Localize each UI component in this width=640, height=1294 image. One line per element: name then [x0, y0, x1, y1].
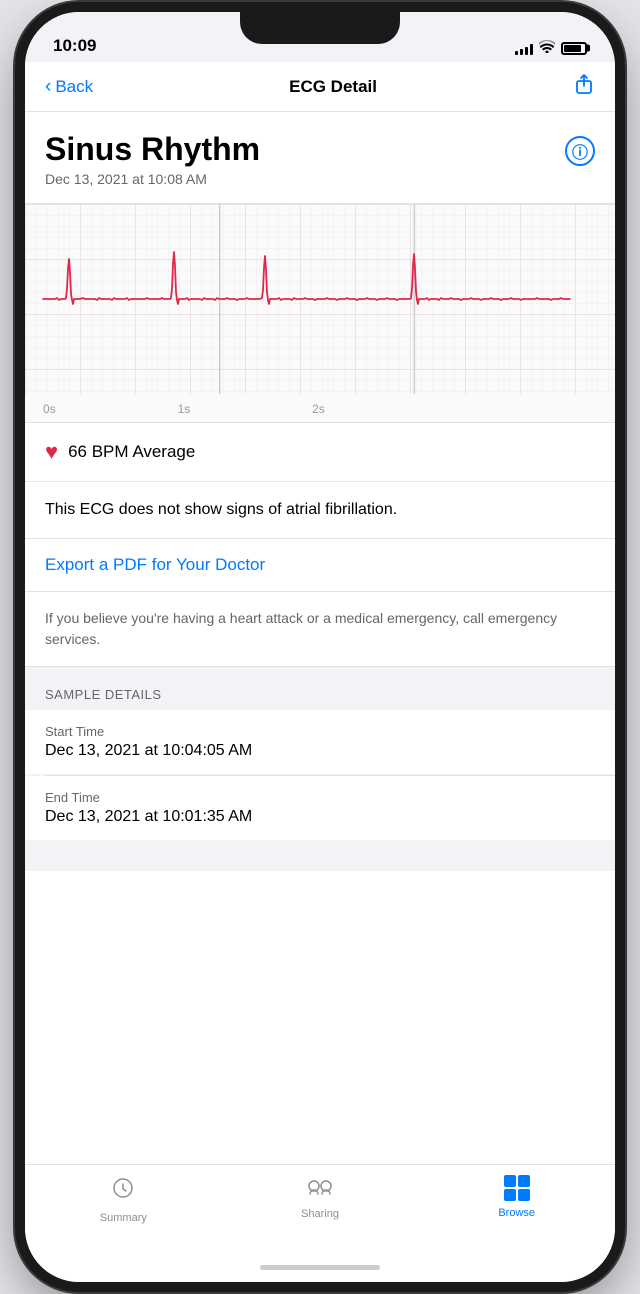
ecg-label-0s: 0s — [43, 402, 56, 416]
browse-icon — [504, 1175, 530, 1201]
heart-icon: ♥ — [45, 439, 58, 465]
notch — [240, 12, 400, 44]
status-icons — [515, 40, 587, 56]
phone-shell: 10:09 — [25, 12, 615, 1282]
header-section: Sinus Rhythm Dec 13, 2021 at 10:08 AM ⓘ — [25, 112, 615, 203]
start-time-value: Dec 13, 2021 at 10:04:05 AM — [45, 742, 595, 760]
ecg-time-labels: 0s 1s 2s — [25, 402, 615, 416]
header-left: Sinus Rhythm Dec 13, 2021 at 10:08 AM — [45, 132, 260, 187]
end-time-value: Dec 13, 2021 at 10:01:35 AM — [45, 808, 595, 826]
battery-icon — [561, 42, 587, 55]
page-title: ECG Detail — [289, 77, 377, 97]
chevron-left-icon: ‹ — [45, 76, 51, 98]
sharing-icon — [306, 1175, 334, 1204]
tab-bar: Summary Sharing — [25, 1164, 615, 1252]
tab-browse-label: Browse — [498, 1207, 535, 1219]
nav-bar: ‹ Back ECG Detail — [25, 62, 615, 112]
bpm-section: ♥ 66 BPM Average — [25, 423, 615, 482]
summary-icon — [110, 1175, 136, 1208]
info-icon: ⓘ — [572, 139, 588, 163]
description-section: This ECG does not show signs of atrial f… — [25, 482, 615, 539]
screen: 10:09 — [25, 12, 615, 1282]
disclaimer-section: If you believe you're having a heart att… — [25, 592, 615, 667]
rhythm-date: Dec 13, 2021 at 10:08 AM — [45, 171, 260, 187]
signal-bars-icon — [515, 42, 533, 55]
info-button[interactable]: ⓘ — [565, 136, 595, 166]
disclaimer-text: If you believe you're having a heart att… — [45, 608, 595, 650]
end-time-label: End Time — [45, 790, 595, 805]
status-time: 10:09 — [53, 36, 96, 56]
export-link[interactable]: Export a PDF for Your Doctor — [45, 555, 265, 574]
start-time-card: Start Time Dec 13, 2021 at 10:04:05 AM — [25, 710, 615, 774]
export-section[interactable]: Export a PDF for Your Doctor — [25, 539, 615, 592]
back-button[interactable]: ‹ Back — [45, 76, 93, 98]
tab-sharing[interactable]: Sharing — [222, 1175, 419, 1220]
tab-summary[interactable]: Summary — [25, 1175, 222, 1224]
content-scroll[interactable]: Sinus Rhythm Dec 13, 2021 at 10:08 AM ⓘ — [25, 112, 615, 1164]
end-time-card: End Time Dec 13, 2021 at 10:01:35 AM — [25, 776, 615, 840]
rhythm-title: Sinus Rhythm — [45, 132, 260, 167]
description-text: This ECG does not show signs of atrial f… — [45, 498, 595, 522]
bpm-text: 66 BPM Average — [68, 442, 195, 462]
home-indicator-bar — [260, 1265, 380, 1270]
ecg-label-2s: 2s — [312, 402, 325, 416]
start-time-label: Start Time — [45, 724, 595, 739]
tab-browse[interactable]: Browse — [418, 1175, 615, 1219]
ecg-chart: 0s 1s 2s — [25, 203, 615, 423]
wifi-icon — [539, 40, 555, 56]
back-label: Back — [55, 77, 93, 97]
home-indicator — [25, 1252, 615, 1282]
sample-details-section: SAMPLE DETAILS Start Time Dec 13, 2021 a… — [25, 667, 615, 871]
ecg-label-1s: 1s — [178, 402, 191, 416]
share-button[interactable] — [573, 73, 595, 101]
tab-sharing-label: Sharing — [301, 1208, 339, 1220]
sample-details-label: SAMPLE DETAILS — [25, 687, 615, 710]
tab-summary-label: Summary — [100, 1212, 147, 1224]
